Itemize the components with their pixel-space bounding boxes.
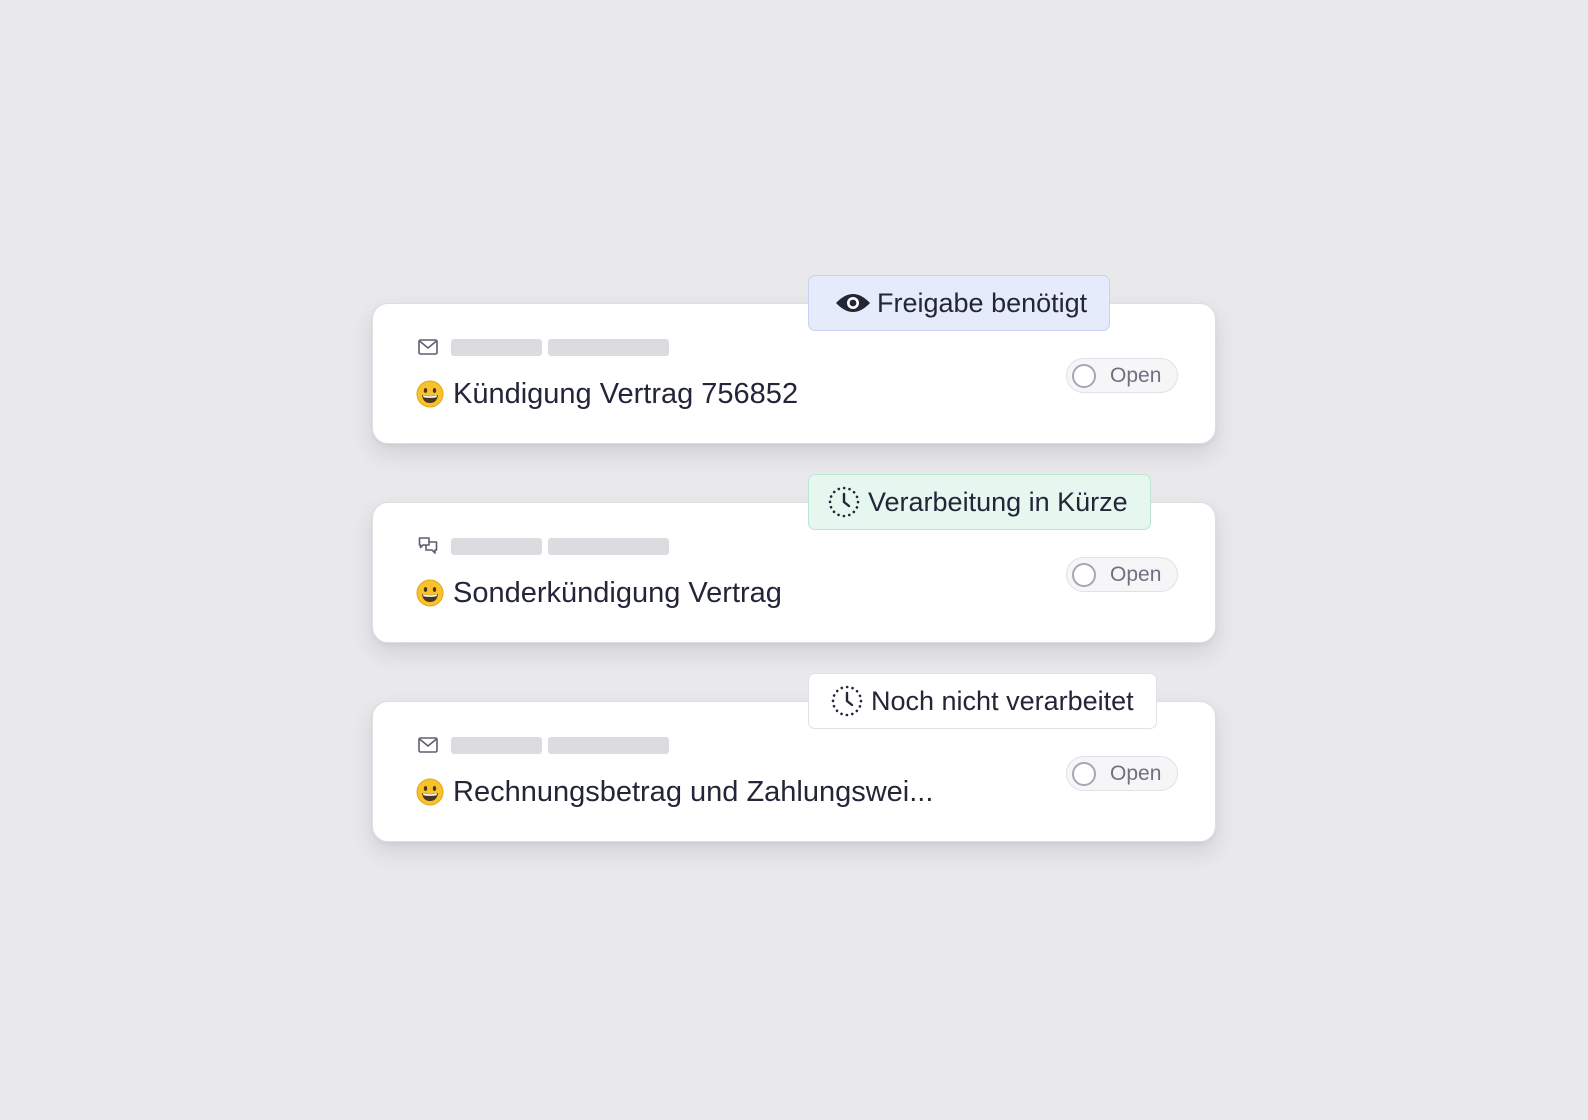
badge-label: Verarbeitung in Kürze [868,486,1128,517]
status-label: Open [1110,761,1162,785]
status-toggle[interactable]: Open [1066,756,1178,791]
placeholder-bar [451,537,542,555]
grinning-face-icon [415,777,445,807]
status-circle-icon [1072,562,1096,587]
dotted-clock-icon [826,484,862,520]
grinning-face-icon [415,578,445,608]
placeholder-bar [451,736,542,754]
ticket-meta [418,337,669,357]
placeholder-bar [548,537,669,555]
status-toggle[interactable]: Open [1066,358,1178,393]
status-circle-icon [1072,761,1096,786]
status-circle-icon [1072,363,1096,388]
ticket-meta [418,735,669,755]
mail-icon [418,735,438,755]
grinning-face-icon [415,379,445,409]
status-badge: Freigabe benötigt [808,275,1111,331]
placeholder-bar [548,736,669,754]
placeholder-bar [451,338,542,356]
ticket-meta [418,536,669,556]
badge-label: Freigabe benötigt [877,287,1088,318]
status-badge: Verarbeitung in Kürze [808,474,1151,530]
badge-label: Noch nicht verarbeitet [871,685,1134,716]
status-badge: Noch nicht verarbeitet [808,673,1157,729]
eye-icon [835,285,871,321]
status-label: Open [1110,363,1162,387]
dotted-clock-icon [829,683,865,719]
ticket-title[interactable]: Sonderkündigung Vertrag [453,577,782,610]
status-toggle[interactable]: Open [1066,557,1178,592]
mail-icon [418,337,438,357]
ticket-title[interactable]: Kündigung Vertrag 756852 [453,378,798,411]
status-label: Open [1110,562,1162,586]
chat-bubbles-icon [418,536,438,556]
ticket-title[interactable]: Rechnungsbetrag und Zahlungswei... [453,776,933,809]
placeholder-bar [548,338,669,356]
